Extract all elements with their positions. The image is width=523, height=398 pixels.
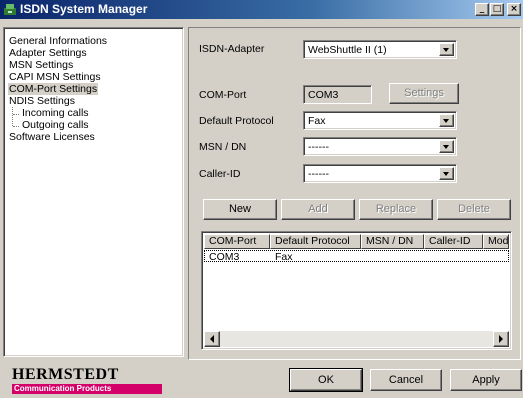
com-port-label: COM-Port: [199, 89, 247, 101]
protocol-select[interactable]: Fax: [303, 111, 457, 130]
caller-id-label: Caller-ID: [199, 168, 241, 180]
column-header-mode[interactable]: Mod: [483, 234, 509, 249]
com-port-settings-panel: ISDN-Adapter WebShuttle II (1) COM-Port …: [188, 27, 521, 360]
adapter-label: ISDN-Adapter: [199, 43, 265, 55]
column-header-default-protocol[interactable]: Default Protocol: [270, 234, 361, 249]
com-port-value: COM3: [308, 89, 339, 101]
chevron-down-icon[interactable]: [439, 167, 454, 180]
table-cell-protocol: Fax: [275, 251, 293, 263]
window-title: ISDN System Manager: [20, 2, 148, 16]
tree-item-msn-settings[interactable]: MSN Settings: [8, 59, 74, 71]
horizontal-scrollbar[interactable]: [204, 331, 509, 347]
logo-name: HERMSTEDT: [12, 366, 119, 383]
table-row[interactable]: COM3 Fax: [204, 250, 509, 263]
msn-value: ------: [308, 141, 329, 153]
tree-item-ndis-settings[interactable]: NDIS Settings: [8, 95, 76, 107]
column-header-caller-id[interactable]: Caller-ID: [424, 234, 483, 249]
settings-button[interactable]: Settings: [389, 83, 459, 104]
com-port-field: COM3: [303, 85, 372, 104]
tree-item-adapter-settings[interactable]: Adapter Settings: [8, 47, 88, 59]
table-cell-com-port: COM3: [209, 251, 240, 263]
caller-id-select[interactable]: ------: [303, 164, 457, 183]
chevron-down-icon[interactable]: [439, 140, 454, 153]
tree-item-com-port-settings[interactable]: COM-Port Settings: [8, 83, 99, 95]
adapter-value: WebShuttle II (1): [308, 44, 387, 56]
tree-item-outgoing-calls[interactable]: Outgoing calls: [21, 119, 90, 131]
delete-button[interactable]: Delete: [437, 199, 511, 220]
scroll-left-button[interactable]: [204, 331, 220, 347]
tree-item-software-licenses[interactable]: Software Licenses: [8, 131, 96, 143]
scroll-right-button[interactable]: [493, 331, 509, 347]
maximize-button[interactable]: □: [490, 3, 504, 16]
ok-button[interactable]: OK: [289, 368, 363, 392]
tree-item-incoming-calls[interactable]: Incoming calls: [21, 107, 90, 119]
replace-button[interactable]: Replace: [359, 199, 433, 220]
protocol-label: Default Protocol: [199, 115, 274, 127]
tree-item-capi-msn-settings[interactable]: CAPI MSN Settings: [8, 71, 102, 83]
arrow-left-icon: [210, 335, 214, 343]
arrow-right-icon: [499, 335, 503, 343]
cancel-button[interactable]: Cancel: [370, 369, 442, 391]
title-bar[interactable]: ISDN System Manager _ □ ×: [0, 0, 523, 19]
close-button[interactable]: ×: [507, 3, 521, 16]
caller-id-value: ------: [308, 168, 329, 180]
hermstedt-logo: HERMSTEDT Communication Products: [12, 366, 164, 394]
tree-connector: [13, 126, 19, 127]
adapter-select[interactable]: WebShuttle II (1): [303, 40, 457, 59]
chevron-down-icon[interactable]: [439, 114, 454, 127]
new-button[interactable]: New: [203, 199, 277, 220]
msn-label: MSN / DN: [199, 141, 247, 153]
column-header-msn-dn[interactable]: MSN / DN: [361, 234, 424, 249]
logo-tagline: Communication Products: [12, 384, 162, 394]
column-header-com-port[interactable]: COM-Port: [204, 234, 270, 249]
minimize-button[interactable]: _: [475, 3, 489, 16]
add-button[interactable]: Add: [281, 199, 355, 220]
settings-tree[interactable]: General Informations Adapter Settings MS…: [3, 27, 184, 357]
apply-button[interactable]: Apply: [450, 369, 522, 391]
msn-select[interactable]: ------: [303, 137, 457, 156]
tree-connector: [13, 114, 19, 115]
tree-item-general-informations[interactable]: General Informations: [8, 35, 108, 47]
com-port-table[interactable]: COM-Port Default Protocol MSN / DN Calle…: [201, 231, 512, 350]
protocol-value: Fax: [308, 115, 326, 127]
chevron-down-icon[interactable]: [439, 43, 454, 56]
app-icon: [4, 4, 16, 15]
tree-connector: [12, 107, 13, 126]
